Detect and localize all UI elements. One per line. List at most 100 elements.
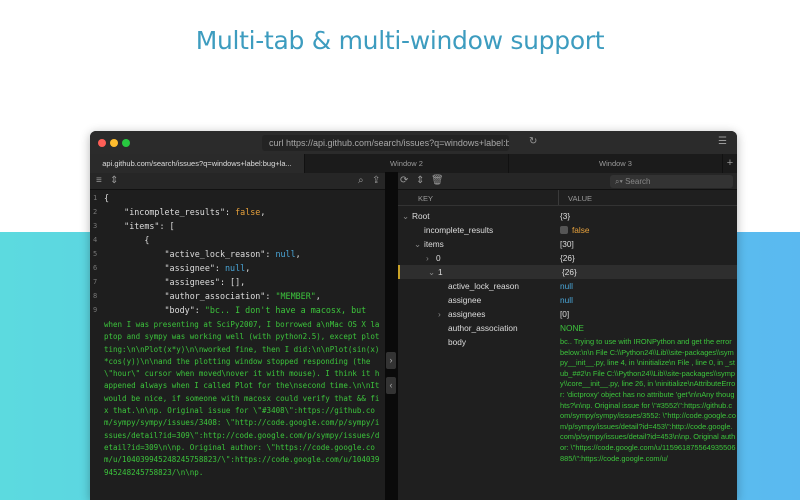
line-number: 2 (93, 208, 98, 216)
collapse-right-button[interactable]: › (386, 352, 396, 369)
collapse-left-button[interactable]: ‹ (386, 377, 396, 394)
column-separator[interactable] (558, 190, 559, 205)
minimize-button[interactable] (110, 139, 118, 147)
line-number: 7 (93, 278, 98, 286)
search-icon[interactable]: ⌕ (358, 175, 364, 186)
sidebar-toggle-icon[interactable]: ☰ (718, 136, 727, 147)
close-button[interactable] (98, 139, 106, 147)
code-end: , (315, 291, 321, 301)
value-column-header[interactable]: VALUE (568, 194, 592, 203)
tree-value: null (560, 281, 573, 291)
code-end: , (245, 263, 251, 273)
code-line: "active_lock_reason": null, (104, 249, 301, 259)
code-key: "active_lock_reason": (104, 249, 276, 259)
code-line: "assignee": null, (104, 263, 251, 273)
code-end: , (295, 249, 301, 259)
tree-value: NONE (560, 323, 584, 333)
tree-value: null (560, 295, 573, 305)
refresh-icon[interactable]: ⟳ (400, 175, 408, 186)
code-val: "MEMBER" (275, 291, 316, 301)
bool-checkbox[interactable] (560, 226, 568, 234)
expand-all-icon[interactable]: ⇕ (416, 175, 424, 186)
chevron-down-icon[interactable]: ⌄ (428, 265, 435, 279)
code-val: false (235, 207, 261, 217)
tree-value: {26} (560, 253, 575, 263)
tree-row[interactable]: author_association NONE (398, 321, 737, 335)
tab-window-3[interactable]: Window 3 (509, 154, 723, 173)
search-placeholder: Search (625, 177, 651, 186)
code-line: "body": "bc.. I don't have a macosx, but (104, 305, 367, 315)
tree-row[interactable]: ⌄ Root {3} (398, 209, 737, 223)
new-tab-button[interactable]: + (723, 154, 737, 173)
tree-value-cell: {26} (560, 251, 575, 265)
chevron-down-icon[interactable]: ⌄ (414, 237, 421, 251)
code-key: { (104, 235, 150, 245)
tree-value-cell: null (560, 279, 573, 293)
code-key: "incomplete_results": (104, 207, 236, 217)
tab-1[interactable]: api.github.com/search/issues?q=windows+l… (90, 154, 305, 173)
format-icon[interactable]: ≡ (96, 175, 102, 186)
tree-value: {26} (562, 267, 577, 277)
code-line: { (104, 193, 109, 203)
chevron-down-icon[interactable]: ⌄ (402, 209, 409, 223)
tree-value-cell: false (560, 223, 590, 237)
code-line: { (104, 235, 149, 245)
code-line: "author_association": "MEMBER", (104, 291, 321, 301)
chevron-right-icon[interactable]: › (438, 307, 441, 321)
line-number: 3 (93, 222, 98, 230)
code-key: "assignees": [], (104, 277, 246, 287)
tree-view: KEY VALUE ⌄ Root {3} incomplete_results fals… (398, 190, 737, 500)
tab-window-2[interactable]: Window 2 (305, 154, 509, 173)
code-val: "bc.. I don't have a macosx, but (204, 305, 367, 315)
split-divider[interactable]: › ‹ (385, 172, 398, 500)
json-editor[interactable]: 1 {2 "incomplete_results": false, 3 "items… (90, 190, 385, 500)
tree-row[interactable]: assignee null (398, 293, 737, 307)
zoom-button[interactable] (122, 139, 130, 147)
tree-row[interactable]: active_lock_reason null (398, 279, 737, 293)
tree-value: {3} (560, 211, 571, 221)
tree-row[interactable]: › assignees [0] (398, 307, 737, 321)
tree-header: KEY VALUE (398, 190, 737, 206)
line-number: 8 (93, 292, 98, 300)
page-headline: Multi-tab & multi-window support (195, 26, 605, 55)
tab-bar: api.github.com/search/issues?q=windows+l… (90, 154, 737, 173)
line-number: 1 (93, 194, 98, 202)
tree-row[interactable]: ⌄ 1 {26} (398, 265, 737, 279)
code-end: , (260, 207, 266, 217)
tree-key: 0 (436, 253, 441, 263)
tree-value-cell: [0] (560, 307, 569, 321)
code-line: "incomplete_results": false, (104, 207, 265, 217)
tree-row[interactable]: ⌄ items [30] (398, 237, 737, 251)
code-key: "body": (104, 305, 205, 315)
code-line: "items": [ (104, 221, 175, 231)
line-number: 9 (93, 306, 98, 314)
search-icon: ⌕▾ (615, 177, 626, 186)
tree-key: active_lock_reason (448, 281, 520, 291)
tree-value: [0] (560, 309, 570, 319)
share-icon[interactable]: ⇪ (372, 175, 380, 186)
trash-icon[interactable]: 🗑 (431, 175, 444, 186)
tree-row[interactable]: › 0 {26} (398, 251, 737, 265)
line-number: 5 (93, 250, 98, 258)
tree-key: Root (412, 211, 430, 221)
key-column-header[interactable]: KEY (418, 194, 433, 203)
code-text: { (104, 193, 110, 203)
code-key: "assignee": (104, 263, 226, 273)
code-line: "assignees": [], (104, 277, 246, 287)
app-window: curl https://api.github.com/search/issue… (90, 131, 737, 500)
url-field[interactable]: curl https://api.github.com/search/issue… (262, 135, 509, 151)
expand-collapse-icon[interactable]: ⇕ (110, 175, 118, 186)
tree-value-cell: NONE (560, 321, 584, 335)
title-bar: curl https://api.github.com/search/issue… (90, 131, 737, 154)
code-key: "author_association": (104, 291, 276, 301)
code-val: null (225, 263, 246, 273)
tree-key: items (424, 239, 444, 249)
line-number: 4 (93, 236, 98, 244)
tree-row[interactable]: incomplete_results false (398, 223, 737, 237)
search-input[interactable]: ⌕▾ Search (610, 175, 733, 188)
tree-value-cell: {26} (562, 265, 577, 279)
chevron-right-icon[interactable]: › (426, 251, 429, 265)
tree-key: body (448, 337, 466, 347)
reload-icon[interactable]: ↻ (529, 136, 537, 147)
code-key: "items": [ (104, 221, 175, 231)
